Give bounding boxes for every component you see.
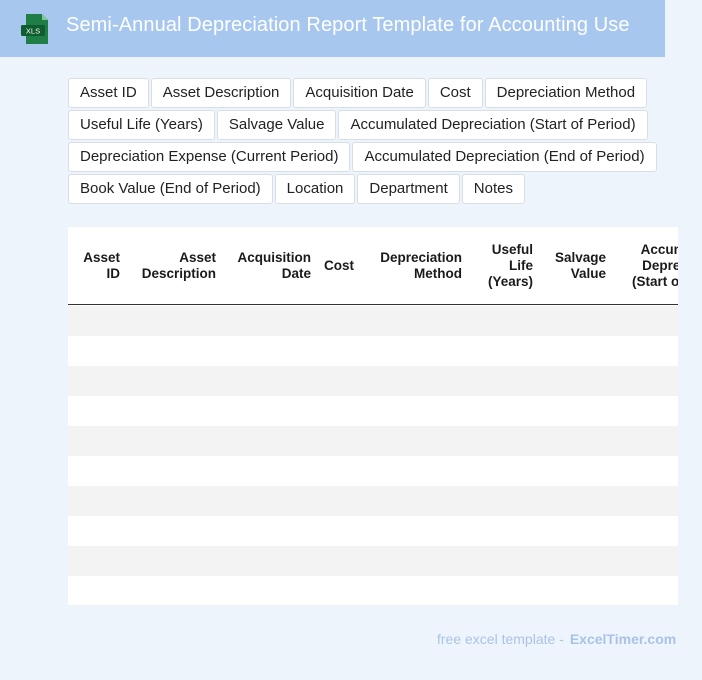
column-header: Asset Description [141,250,216,281]
table-row[interactable] [68,546,678,576]
table-row[interactable] [68,426,678,456]
table-row[interactable] [68,516,678,546]
excel-file-icon: XLS [21,14,48,44]
title-bar: XLS Semi-Annual Depreciation Report Temp… [0,0,665,57]
column-chip[interactable]: Acquisition Date [293,78,426,108]
column-header: Depreciation Method [380,250,462,281]
table-row[interactable] [68,576,678,605]
table-header: Asset ID Asset Description Acquisition Dat… [68,227,678,305]
footer-text: free excel template - [437,631,564,647]
table-row[interactable] [68,486,678,516]
column-chip[interactable]: Department [357,174,460,204]
column-chip[interactable]: Book Value (End of Period) [68,174,273,204]
chip-row: Book Value (End of Period) Location Depart… [68,174,668,204]
table-row[interactable] [68,456,678,486]
column-header: Accumulated Depreciation (Start of Perio… [631,242,678,289]
footer-brand-link[interactable]: ExcelTimer.com [570,631,676,647]
table-row[interactable] [68,336,678,366]
table-row[interactable] [68,396,678,426]
data-table: Asset ID Asset Description Acquisition Dat… [68,227,678,605]
column-chip[interactable]: Useful Life (Years) [68,110,215,140]
chip-row: Useful Life (Years) Salvage Value Accumula… [68,110,668,140]
column-chip[interactable]: Asset Description [150,78,292,108]
table-row[interactable] [68,366,678,396]
column-header: Asset ID [83,250,120,281]
chip-row: Asset ID Asset Description Acquisition Dat… [68,78,668,108]
footer: free excel template - ExcelTimer.com [437,631,676,647]
column-chip-list: Asset ID Asset Description Acquisition Dat… [68,78,668,206]
column-header: Acquisition Date [237,250,312,281]
svg-text:XLS: XLS [26,27,40,36]
table-row[interactable] [68,306,678,336]
chip-row: Depreciation Expense (Current Period) Acc… [68,142,668,172]
column-chip[interactable]: Accumulated Depreciation (End of Period) [352,142,657,172]
column-chip[interactable]: Location [274,174,356,204]
table-body [68,306,678,605]
column-header: Salvage Value [554,250,606,281]
page-title: Semi-Annual Depreciation Report Template… [66,14,630,36]
column-chip[interactable]: Depreciation Expense (Current Period) [68,142,351,172]
column-chip[interactable]: Depreciation Method [484,78,648,108]
column-header: Useful Life (Years) [487,242,533,289]
column-chip[interactable]: Notes [461,174,525,204]
column-header: Cost [324,258,354,273]
column-chip[interactable]: Accumulated Depreciation (Start of Perio… [338,110,648,140]
column-chip[interactable]: Cost [427,78,483,108]
column-chip[interactable]: Asset ID [68,78,149,108]
column-chip[interactable]: Salvage Value [216,110,337,140]
